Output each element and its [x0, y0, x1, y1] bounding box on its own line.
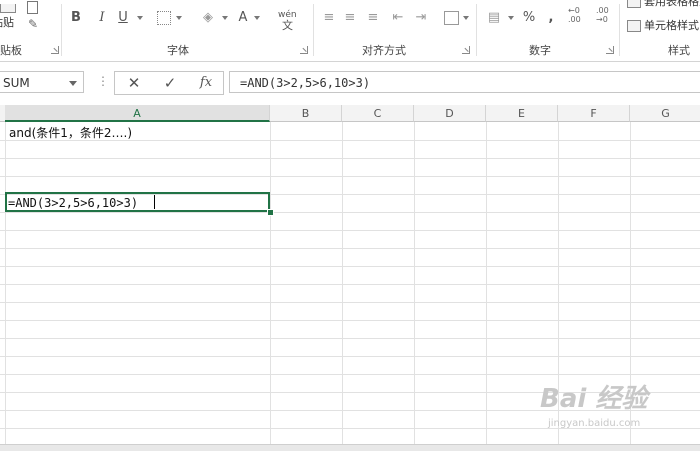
format-as-table-button[interactable]: 套用表格格式 — [627, 0, 700, 10]
fill-color-icon[interactable]: ◈ — [200, 9, 216, 27]
number-launcher-icon[interactable] — [606, 46, 614, 54]
border-icon[interactable] — [157, 11, 171, 25]
merge-dropdown-icon[interactable] — [463, 16, 469, 20]
underline-dropdown-icon[interactable] — [137, 16, 143, 20]
formula-bar: SUM ⋮ ✕ ✓ fx =AND(3>2,5>6,10>3) — [0, 62, 700, 102]
name-box-dropdown-icon[interactable] — [69, 81, 77, 86]
table-format-icon — [627, 0, 641, 8]
formula-text: =AND(3>2,5>6,10>3) — [240, 76, 371, 90]
group-label-clipboard: 剪贴板 — [0, 44, 22, 57]
group-label-alignment: 对齐方式 — [362, 44, 406, 57]
increase-decimal-icon[interactable]: ←0.00 — [568, 6, 581, 24]
column-header-d[interactable]: D — [414, 105, 486, 122]
insert-function-button[interactable]: fx — [191, 72, 221, 94]
column-header-g[interactable]: G — [630, 105, 700, 122]
font-color-button[interactable]: A — [237, 9, 249, 27]
align-center-icon[interactable]: ≡ — [343, 9, 357, 27]
alignment-launcher-icon[interactable] — [462, 46, 470, 54]
paste-button[interactable]: 粘贴 — [0, 4, 22, 38]
cell-style-icon — [627, 20, 641, 32]
border-dropdown-icon[interactable] — [176, 16, 182, 20]
text-cursor — [154, 195, 155, 209]
group-label-font: 字体 — [167, 44, 189, 57]
name-box[interactable]: SUM — [0, 71, 84, 93]
format-as-table-label: 套用表格格式 — [644, 0, 700, 8]
column-header-b[interactable]: B — [270, 105, 342, 122]
currency-dropdown-icon[interactable] — [508, 16, 514, 20]
format-painter-icon[interactable]: ✎ — [28, 17, 38, 31]
group-label-styles: 样式 — [668, 44, 690, 57]
align-right-icon[interactable]: ≡ — [366, 9, 380, 27]
formula-bar-grip-icon[interactable]: ⋮ — [97, 74, 109, 88]
bold-button[interactable]: B — [70, 9, 82, 27]
column-header-c[interactable]: C — [342, 105, 414, 122]
column-header-f[interactable]: F — [558, 105, 630, 122]
column-header-a[interactable]: A — [5, 105, 270, 122]
watermark-logo: Bai 经验 — [540, 384, 648, 414]
ribbon: 粘贴 ✎ 剪贴板 B I U ◈ A wén 文 字体 ≡ ≡ ≡ ⇤ ⇥ 对齐… — [0, 0, 700, 62]
copy-icon[interactable] — [27, 1, 38, 14]
cancel-button[interactable]: ✕ — [119, 72, 149, 94]
formula-input[interactable]: =AND(3>2,5>6,10>3) — [229, 71, 700, 93]
decrease-decimal-icon[interactable]: .00 →0 — [596, 6, 609, 24]
enter-button[interactable]: ✓ — [155, 72, 185, 94]
column-header-e[interactable]: E — [486, 105, 558, 122]
cell-a1[interactable]: and(条件1，条件2….) — [9, 124, 132, 141]
watermark-url: jingyan.baidu.com — [548, 418, 641, 429]
cell-a5[interactable]: =AND(3>2,5>6,10>3) — [8, 196, 138, 210]
paste-icon — [0, 4, 16, 13]
underline-button[interactable]: U — [117, 9, 129, 27]
font-color-dropdown-icon[interactable] — [254, 16, 260, 20]
formula-buttons: ✕ ✓ fx — [114, 71, 224, 95]
fill-handle[interactable] — [267, 209, 274, 216]
decrease-indent-icon[interactable]: ⇤ — [390, 9, 406, 27]
italic-button[interactable]: I — [96, 9, 108, 27]
align-left-icon[interactable]: ≡ — [322, 9, 336, 27]
paste-label: 粘贴 — [0, 16, 14, 29]
font-launcher-icon[interactable] — [300, 46, 308, 54]
merge-cells-icon[interactable] — [444, 11, 459, 25]
increase-indent-icon[interactable]: ⇥ — [413, 9, 429, 27]
currency-format-icon[interactable]: ▤ — [486, 9, 502, 27]
name-box-value: SUM — [3, 76, 30, 90]
percent-style-button[interactable]: % — [522, 9, 536, 27]
cell-styles-button[interactable]: 单元格样式 — [627, 18, 699, 34]
phonetic-char-icon: 文 — [282, 19, 293, 32]
comma-style-button[interactable]: , — [546, 9, 556, 27]
group-label-number: 数字 — [529, 44, 551, 57]
clipboard-launcher-icon[interactable] — [51, 46, 59, 54]
fill-color-dropdown-icon[interactable] — [222, 16, 228, 20]
cell-styles-label: 单元格样式 — [644, 19, 699, 32]
